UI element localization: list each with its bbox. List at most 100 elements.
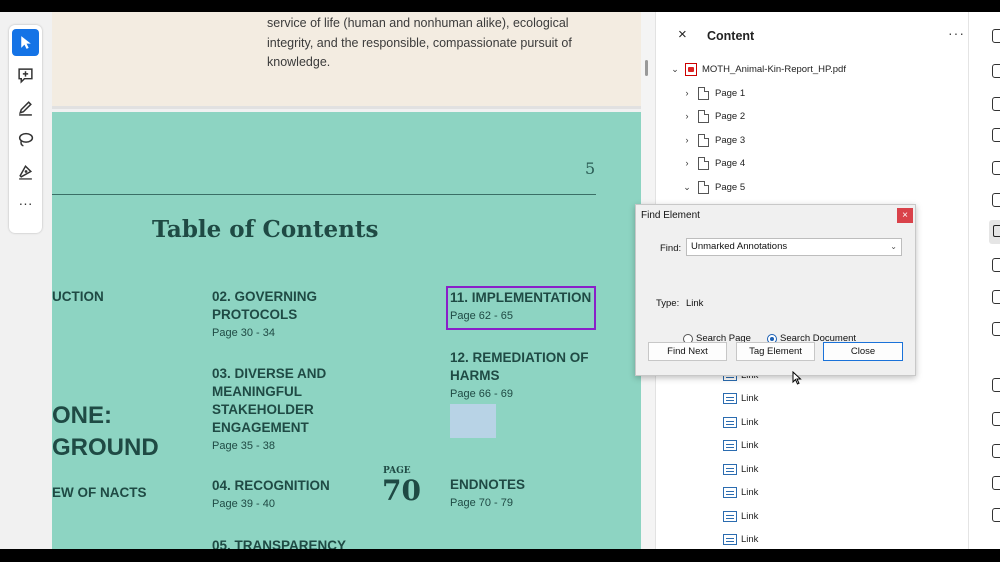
toc-entry-03-line3: STAKEHOLDER (212, 402, 314, 417)
page-icon (698, 133, 709, 147)
page-icon (698, 180, 709, 194)
tree-item-page[interactable]: › Page 1 (680, 83, 745, 103)
page-number: 5 (585, 159, 596, 178)
tree-item-label: Page 4 (715, 157, 746, 169)
find-type-select[interactable]: Unmarked Annotations ⌄ (686, 238, 902, 256)
link-tag-icon (723, 533, 737, 545)
find-next-button[interactable]: Find Next (648, 342, 727, 361)
toc-entry-endnotes-pages: Page 70 - 79 (450, 497, 513, 509)
tree-item-link[interactable]: Link (723, 435, 758, 455)
dialog-title: Find Element (641, 210, 700, 221)
toc-entry-12-line2: HARMS (450, 368, 500, 383)
link-tag-icon (723, 463, 737, 475)
toc-entry-04-pages: Page 39 - 40 (212, 498, 275, 510)
mouse-cursor-icon (792, 371, 802, 385)
pages-icon[interactable] (992, 128, 1000, 142)
annotations-icon[interactable] (992, 64, 1000, 78)
signatures-icon[interactable] (992, 444, 1000, 458)
dialog-close-button[interactable]: × (897, 208, 913, 223)
tree-item-page[interactable]: › Page 2 (680, 106, 745, 126)
standards-icon[interactable] (992, 476, 1000, 490)
chevron-down-icon[interactable]: ⌄ (668, 64, 682, 75)
page-icon (698, 156, 709, 170)
link-tag-icon (723, 392, 737, 404)
tree-item-link[interactable]: Link (723, 412, 758, 432)
chevron-right-icon[interactable]: › (680, 88, 694, 98)
document-view[interactable]: service of life (human and nonhuman alik… (52, 12, 641, 549)
tag-element-button[interactable]: Tag Element (736, 342, 815, 361)
chevron-right-icon[interactable]: › (680, 135, 694, 145)
chevron-right-icon[interactable]: › (680, 158, 694, 168)
page-5: 5 Table of Contents UCTION ONE: GROUND E… (52, 112, 641, 549)
order-icon[interactable] (992, 290, 1000, 304)
toc-entry-03-line4: ENGAGEMENT (212, 420, 309, 435)
comments-icon[interactable] (992, 29, 1000, 43)
tree-item-link[interactable]: Link (723, 482, 758, 502)
tree-item-page[interactable]: › Page 3 (680, 130, 745, 150)
tree-item-page[interactable]: › Page 4 (680, 153, 745, 173)
link-tag-icon (723, 416, 737, 428)
tree-item-link[interactable]: Link (723, 529, 758, 549)
link-annotation-area[interactable] (450, 404, 496, 438)
tree-item-file[interactable]: ⌄ MOTH_Animal-Kin-Report_HP.pdf (668, 59, 846, 79)
find-type-value: Unmarked Annotations (691, 241, 788, 252)
link-tag-icon (723, 486, 737, 498)
security-icon[interactable] (992, 508, 1000, 522)
add-comment-button[interactable] (12, 62, 39, 89)
toc-entry-03-pages: Page 35 - 38 (212, 440, 275, 452)
link-tag-icon (723, 510, 737, 522)
tags-icon[interactable] (992, 258, 1000, 272)
toc-entry-04: 04. RECOGNITION (212, 478, 330, 493)
pen-nib-icon (19, 164, 33, 180)
highlight-tool-button[interactable] (12, 94, 39, 121)
fields-icon[interactable] (992, 378, 1000, 392)
part-heading-line2: GROUND (52, 434, 159, 461)
toc-entry-02-line1: 02. GOVERNING (212, 289, 318, 304)
close-panel-button[interactable]: × (678, 26, 687, 43)
draw-tool-button[interactable] (12, 126, 39, 153)
right-tool-rail (968, 12, 1000, 549)
toc-entry-11-pages: Page 62 - 65 (450, 310, 513, 322)
destinations-icon[interactable] (992, 412, 1000, 426)
bookmarks-icon[interactable] (992, 97, 1000, 111)
type-value: Link (686, 298, 704, 309)
toc-entry-12-line1: 12. REMEDIATION OF (450, 350, 589, 365)
tree-item-link[interactable]: Link (723, 459, 758, 479)
lasso-icon (18, 132, 34, 147)
toc-entry-12-pages: Page 66 - 69 (450, 388, 513, 400)
attachments-icon[interactable] (992, 161, 1000, 175)
scrollbar-thumb[interactable] (645, 60, 648, 76)
panel-options-button[interactable]: ··· (948, 25, 965, 41)
layers-icon[interactable] (992, 193, 1000, 207)
more-dots-icon: ··· (18, 194, 33, 211)
part-heading-line1: ONE: (52, 402, 112, 429)
sign-tool-button[interactable] (12, 158, 39, 185)
body-text: service of life (human and nonhuman alik… (267, 16, 572, 69)
comment-plus-icon (18, 68, 33, 84)
chevron-down-icon: ⌄ (890, 242, 897, 251)
toc-entry-11: 11. IMPLEMENTATION (450, 290, 592, 305)
tree-item-label: Page 2 (715, 110, 746, 122)
tree-item-label: Link (741, 533, 759, 545)
accessibility-icon[interactable] (992, 322, 1000, 336)
panel-title: Content (707, 29, 755, 43)
page-icon (698, 109, 709, 123)
tree-item-label: Link (741, 416, 759, 428)
previous-page-bottom: service of life (human and nonhuman alik… (52, 12, 641, 109)
toc-entry-endnotes: ENDNOTES (450, 477, 526, 492)
close-button[interactable]: Close (823, 342, 903, 361)
content-panel-icon[interactable] (989, 220, 1000, 244)
tree-item-page[interactable]: ⌄ Page 5 (680, 177, 745, 197)
select-tool-button[interactable] (12, 29, 39, 56)
left-toolbar: ··· (9, 25, 42, 233)
toc-entry-overview: EW OF NACTS (52, 485, 147, 500)
tree-item-link[interactable]: Link (723, 388, 758, 408)
chevron-right-icon[interactable]: › (680, 111, 694, 121)
pen-icon (19, 101, 32, 116)
chevron-down-icon[interactable]: ⌄ (680, 182, 694, 193)
tree-item-label: Page 5 (715, 181, 746, 193)
more-tools-button[interactable]: ··· (12, 189, 39, 216)
tree-item-label: Link (741, 392, 759, 404)
pdf-file-icon (685, 62, 697, 76)
tree-item-link[interactable]: Link (723, 506, 758, 526)
